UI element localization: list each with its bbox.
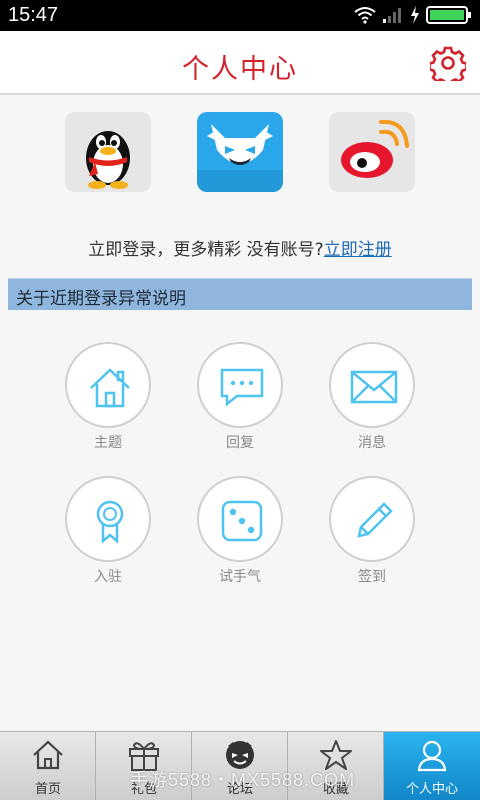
grid-item-topics[interactable]: 主题 <box>53 342 163 462</box>
weibo-login-button[interactable] <box>329 112 415 192</box>
tab-label: 个人中心 <box>405 782 458 797</box>
qq-penguin-icon <box>86 131 130 189</box>
grid-item-lucky-draw[interactable]: 试手气 <box>185 476 295 596</box>
gear-icon[interactable] <box>430 45 466 81</box>
weibo-icon <box>341 119 409 178</box>
messages-circle <box>329 342 415 428</box>
grid-item-messages[interactable]: 消息 <box>317 342 427 462</box>
check-in-circle <box>329 476 415 562</box>
signal-icon <box>383 8 401 23</box>
xiaoji-login-button[interactable] <box>197 112 283 192</box>
pencil-icon <box>357 502 393 538</box>
grid-label: 回复 <box>226 435 254 451</box>
header: 个人中心 <box>0 31 480 95</box>
status-time: 15:47 <box>8 4 59 26</box>
tab-home[interactable]: 首页 <box>0 732 96 800</box>
charging-icon <box>411 6 419 24</box>
chat-icon <box>220 368 264 407</box>
login-prompt-text[interactable]: 立即登录，更多精彩 没有账号? <box>88 240 323 260</box>
replies-circle <box>197 342 283 428</box>
grid-label: 签到 <box>358 569 386 585</box>
home-icon <box>90 368 130 408</box>
user-icon <box>417 740 447 772</box>
notice-banner[interactable]: 关于近期登录异常说明 <box>8 278 472 310</box>
lucky-draw-circle <box>197 476 283 562</box>
login-prompt: 立即登录，更多精彩 没有账号?立即注册 <box>0 235 480 260</box>
home-icon <box>33 740 63 770</box>
mail-icon <box>350 370 398 404</box>
grid-label: 消息 <box>358 435 386 451</box>
dice-icon <box>221 500 263 542</box>
grid-label: 主题 <box>94 435 122 451</box>
topics-circle <box>65 342 151 428</box>
notice-text: 关于近期登录异常说明 <box>16 289 186 309</box>
register-link[interactable]: 立即注册 <box>324 240 392 260</box>
watermark: 手游5588・MX5588.COM <box>130 770 356 790</box>
status-bar: 15:47 <box>0 0 480 31</box>
grid-item-replies[interactable]: 回复 <box>185 342 295 462</box>
grid-label: 入驻 <box>94 569 122 585</box>
grid-label: 试手气 <box>219 569 261 585</box>
xiaoji-mascot-icon <box>197 124 283 192</box>
tab-label: 首页 <box>34 782 61 797</box>
grid-item-settle-in[interactable]: 入驻 <box>53 476 163 596</box>
grid-item-check-in[interactable]: 签到 <box>317 476 427 596</box>
page-title: 个人中心 <box>182 54 298 85</box>
battery-icon <box>426 6 471 24</box>
ribbon-icon <box>96 500 124 544</box>
settle-in-circle <box>65 476 151 562</box>
wifi-icon <box>354 7 376 24</box>
status-icons <box>354 6 472 24</box>
social-login-row <box>0 112 480 194</box>
tab-personal-center[interactable]: 个人中心 <box>384 732 480 800</box>
qq-login-button[interactable] <box>65 112 151 192</box>
